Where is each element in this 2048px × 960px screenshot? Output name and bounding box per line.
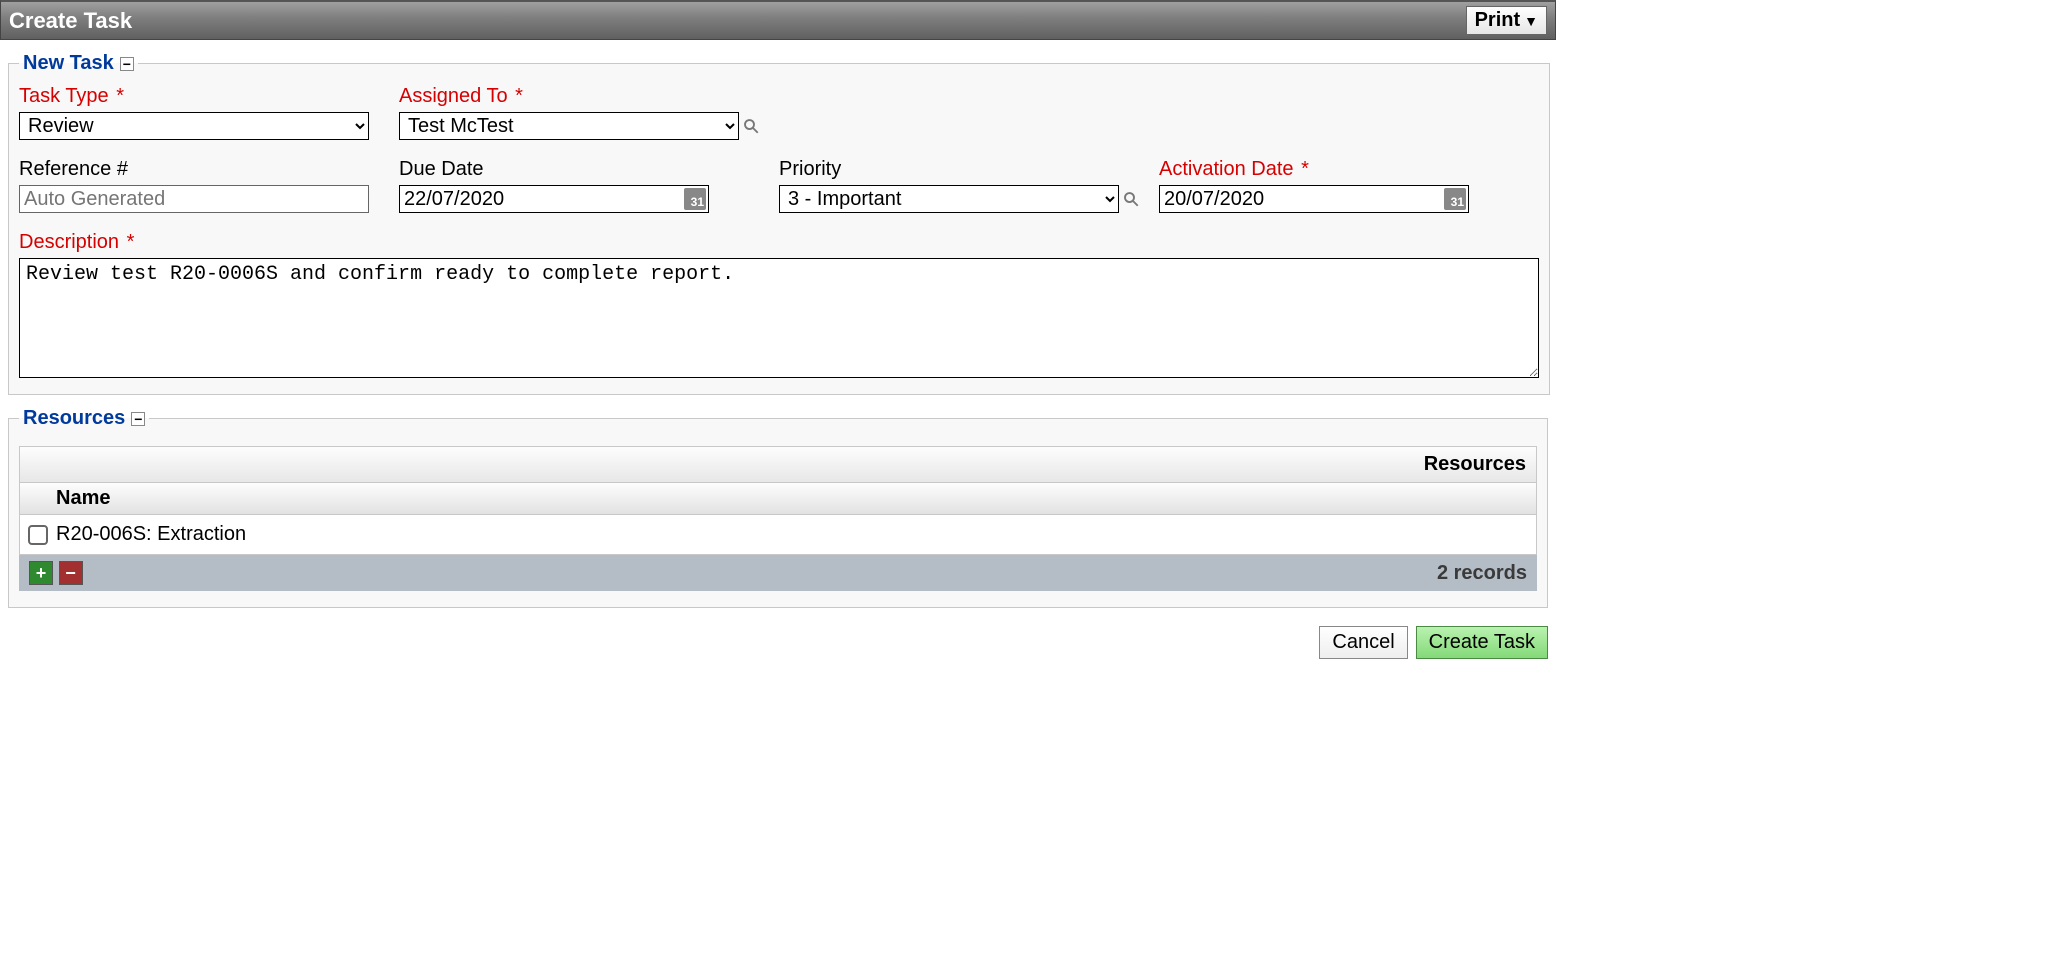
description-label: Description * — [19, 231, 1539, 254]
task-type-label: Task Type * — [19, 85, 399, 108]
create-task-button[interactable]: Create Task — [1416, 626, 1548, 659]
reference-input — [19, 185, 369, 213]
footer-buttons: Cancel Create Task — [0, 616, 1556, 667]
assigned-to-label: Assigned To * — [399, 85, 779, 108]
resources-footer: + − 2 records — [19, 555, 1537, 591]
print-button[interactable]: Print ▼ — [1466, 6, 1547, 35]
print-label: Print — [1475, 9, 1521, 32]
resources-table-header: Name — [19, 482, 1537, 515]
resources-fieldset: Resources − Resources Name R20-006S: Ext… — [8, 407, 1548, 608]
collapse-icon[interactable]: − — [120, 57, 134, 71]
resources-legend-text: Resources — [23, 407, 125, 430]
calendar-icon[interactable]: 31 — [684, 188, 706, 210]
task-type-select[interactable]: Review — [19, 112, 369, 140]
description-textarea[interactable]: Review test R20-0006S and confirm ready … — [19, 258, 1539, 378]
due-date-input[interactable] — [399, 185, 709, 213]
row-name: R20-006S: Extraction — [56, 523, 246, 546]
collapse-icon[interactable]: − — [131, 412, 145, 426]
add-icon[interactable]: + — [29, 561, 53, 585]
calendar-icon[interactable]: 31 — [1444, 188, 1466, 210]
search-icon[interactable] — [741, 116, 761, 136]
reference-label: Reference # — [19, 158, 399, 181]
due-date-label: Due Date — [399, 158, 779, 181]
column-name: Name — [56, 487, 110, 510]
priority-label: Priority — [779, 158, 1159, 181]
new-task-legend: New Task − — [19, 52, 138, 75]
priority-select[interactable]: 3 - Important — [779, 185, 1119, 213]
table-row[interactable]: R20-006S: Extraction — [19, 515, 1537, 555]
cancel-button[interactable]: Cancel — [1319, 626, 1407, 659]
new-task-fieldset: New Task − Task Type * Review Assigned T… — [8, 52, 1550, 395]
resources-title: Resources — [1424, 453, 1526, 476]
activation-date-label: Activation Date * — [1159, 158, 1539, 181]
chevron-down-icon: ▼ — [1524, 13, 1538, 29]
page-title: Create Task — [9, 8, 132, 34]
records-count: 2 records — [1437, 562, 1527, 585]
assigned-to-select[interactable]: Test McTest — [399, 112, 739, 140]
page-header: Create Task Print ▼ — [0, 0, 1556, 40]
resources-legend: Resources − — [19, 407, 149, 430]
resources-title-bar: Resources — [19, 446, 1537, 482]
remove-icon[interactable]: − — [59, 561, 83, 585]
activation-date-input[interactable] — [1159, 185, 1469, 213]
row-checkbox[interactable] — [28, 525, 48, 545]
search-icon[interactable] — [1121, 189, 1141, 209]
new-task-legend-text: New Task — [23, 52, 114, 75]
